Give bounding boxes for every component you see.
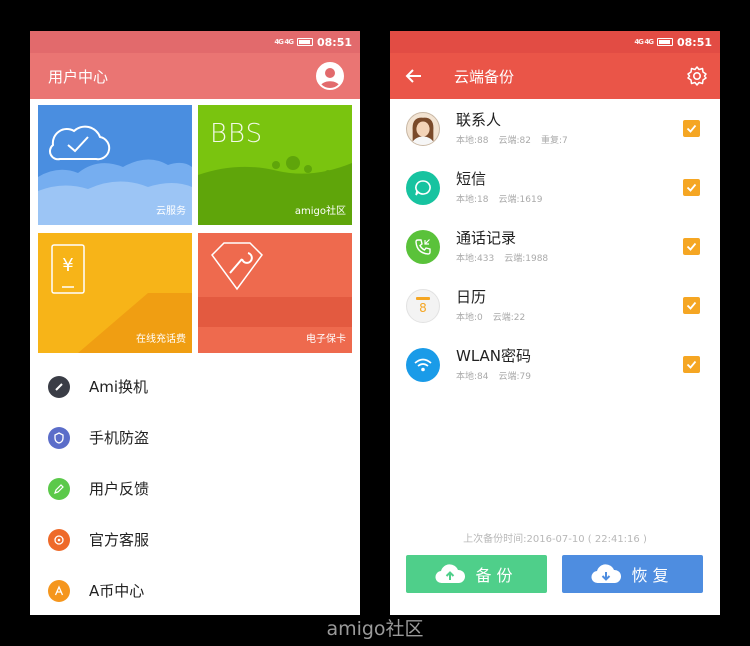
cloud-count: 云端:82 xyxy=(498,136,532,146)
menu-item-a-coin[interactable]: A币中心 xyxy=(30,565,360,615)
tile-label: 云服务 xyxy=(156,206,186,217)
status-bar: 4G 4G 08:51 xyxy=(30,31,360,53)
contacts-checkbox[interactable] xyxy=(683,120,700,137)
menu-item-anti-theft[interactable]: 手机防盗 xyxy=(30,412,360,463)
signal-indicator: 4G 4G xyxy=(634,38,654,46)
status-bar: 4G 4G 08:51 xyxy=(390,31,720,53)
feedback-icon xyxy=(48,477,70,500)
item-name: 联系人 xyxy=(456,111,502,129)
tile-amigo-community[interactable]: BBS amigo社区 xyxy=(198,105,352,225)
calendar-header-bar xyxy=(416,297,430,300)
restore-button[interactable]: 恢复 xyxy=(562,555,703,593)
backup-list: 联系人 本地:88 云端:82 重复:7 短信 本地:18 云端:1619 通话… xyxy=(390,99,720,394)
clock: 08:51 xyxy=(316,35,352,49)
last-backup-time: 上次备份时间:2016-07-10 ( 22:41:16 ) xyxy=(463,534,647,545)
menu-item-customer-service[interactable]: 官方客服 xyxy=(30,514,360,565)
check-icon xyxy=(686,242,697,251)
cloud-count: 云端:22 xyxy=(492,313,526,323)
call-log-checkbox[interactable] xyxy=(683,238,700,255)
check-icon xyxy=(686,183,697,192)
cloud-download-icon xyxy=(591,564,622,584)
contacts-avatar-icon xyxy=(406,111,440,146)
cloud-count: 云端:1988 xyxy=(504,254,549,264)
call-log-icon xyxy=(406,229,440,264)
local-count: 本地:433 xyxy=(456,254,495,264)
duplicate-count: 重复:7 xyxy=(541,136,568,146)
tile-cloud-service[interactable]: 云服务 xyxy=(38,105,192,225)
user-menu: Ami换机 手机防盗 用户反馈 官方客服 A币中心 xyxy=(30,361,360,615)
cloud-upload-icon xyxy=(435,564,466,584)
back-button[interactable] xyxy=(404,66,424,90)
backup-label: 备份 xyxy=(475,566,518,585)
list-item-calendar[interactable]: 8 日历 本地:0 云端:22 xyxy=(390,276,720,335)
shield-icon xyxy=(48,426,70,449)
cloud-count: 云端:79 xyxy=(498,372,532,382)
restore-label: 恢复 xyxy=(631,566,674,585)
menu-item-ami-switch[interactable]: Ami换机 xyxy=(30,361,360,412)
watermark: amigo社区 xyxy=(326,618,424,640)
backup-button[interactable]: 备份 xyxy=(406,555,547,593)
tile-label: 电子保卡 xyxy=(306,334,346,345)
bbs-logo: BBS xyxy=(210,119,264,149)
person-icon xyxy=(320,68,340,88)
menu-label: 手机防盗 xyxy=(89,429,150,447)
wlan-checkbox[interactable] xyxy=(683,356,700,373)
cloud-count: 云端:1619 xyxy=(498,195,543,205)
local-count: 本地:84 xyxy=(456,372,489,382)
svg-text:¥: ¥ xyxy=(62,255,73,276)
clock: 08:51 xyxy=(676,35,712,49)
user-avatar-button[interactable] xyxy=(316,62,344,90)
wifi-icon xyxy=(406,347,440,382)
calendar-icon: 8 xyxy=(406,288,440,323)
local-count: 本地:18 xyxy=(456,195,489,205)
tile-label: 在线充话费 xyxy=(136,334,186,345)
settings-button[interactable] xyxy=(686,65,708,91)
a-coin-icon xyxy=(48,579,70,602)
item-name: 短信 xyxy=(456,170,487,188)
sms-checkbox[interactable] xyxy=(683,179,700,196)
user-center-screen: 4G 4G 08:51 用户中心 云服务 BBS amigo社区 ¥ 在线充话费… xyxy=(30,31,360,615)
page-title: 云端备份 xyxy=(454,68,515,86)
list-item-contacts[interactable]: 联系人 本地:88 云端:82 重复:7 xyxy=(390,99,720,158)
item-name: 通话记录 xyxy=(456,229,517,247)
battery-icon xyxy=(296,38,313,46)
app-bar: 用户中心 xyxy=(30,53,360,99)
menu-label: 用户反馈 xyxy=(89,480,150,498)
app-bar: 云端备份 xyxy=(390,53,720,99)
menu-label: 官方客服 xyxy=(89,531,150,549)
menu-label: A币中心 xyxy=(89,582,145,600)
check-icon xyxy=(686,124,697,133)
cloud-backup-screen: 4G 4G 08:51 云端备份 联系人 本地:88 云端:82 重复:7 短信… xyxy=(390,31,720,615)
sms-icon xyxy=(406,170,440,205)
check-icon xyxy=(686,360,697,369)
signal-indicator: 4G 4G xyxy=(274,38,294,46)
menu-item-feedback[interactable]: 用户反馈 xyxy=(30,463,360,514)
list-item-sms[interactable]: 短信 本地:18 云端:1619 xyxy=(390,158,720,217)
calendar-checkbox[interactable] xyxy=(683,297,700,314)
page-title: 用户中心 xyxy=(48,67,109,86)
ami-switch-icon xyxy=(48,375,70,398)
calendar-day: 8 xyxy=(419,301,427,315)
customer-service-icon xyxy=(48,528,70,551)
tile-e-warranty[interactable]: 电子保卡 xyxy=(198,233,352,353)
item-name: WLAN密码 xyxy=(456,347,532,365)
local-count: 本地:88 xyxy=(456,136,489,146)
gear-icon xyxy=(687,66,707,86)
arrow-left-icon xyxy=(405,69,421,83)
tile-label: amigo社区 xyxy=(294,206,346,217)
item-name: 日历 xyxy=(456,288,487,306)
tile-online-recharge[interactable]: ¥ 在线充话费 xyxy=(38,233,192,353)
menu-label: Ami换机 xyxy=(89,378,149,396)
check-icon xyxy=(686,301,697,310)
list-item-wlan-password[interactable]: WLAN密码 本地:84 云端:79 xyxy=(390,335,720,394)
service-tiles: 云服务 BBS amigo社区 ¥ 在线充话费 电子保卡 xyxy=(38,105,354,355)
local-count: 本地:0 xyxy=(456,313,483,323)
battery-icon xyxy=(656,38,673,46)
list-item-call-log[interactable]: 通话记录 本地:433 云端:1988 xyxy=(390,217,720,276)
